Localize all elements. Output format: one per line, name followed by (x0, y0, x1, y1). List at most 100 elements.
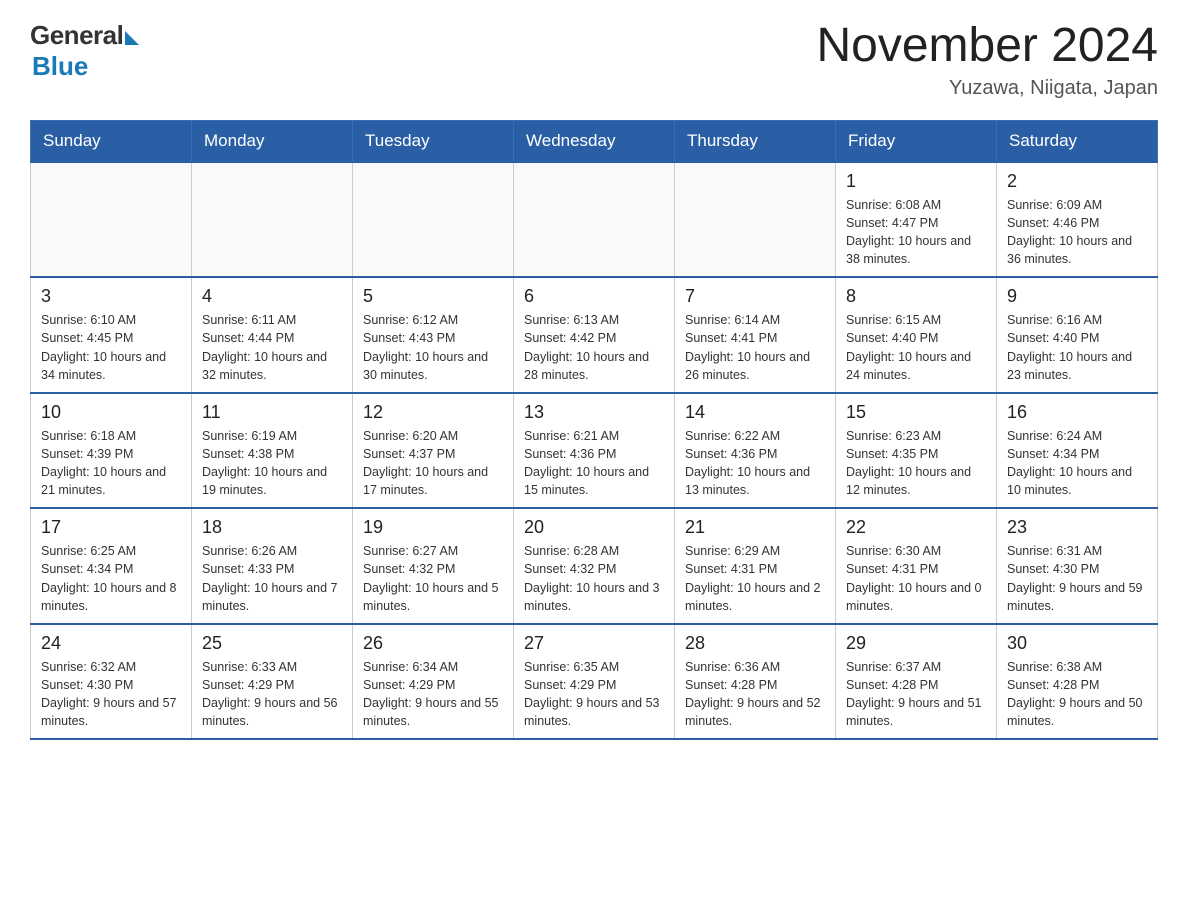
calendar-cell (31, 162, 192, 278)
calendar-cell: 9 Sunrise: 6:16 AM Sunset: 4:40 PM Daylig… (997, 277, 1158, 393)
calendar-cell: 24Sunrise: 6:32 AM Sunset: 4:30 PM Dayli… (31, 624, 192, 740)
day-number: 21 (685, 517, 825, 538)
calendar-cell: 4 Sunrise: 6:11 AM Sunset: 4:44 PM Daylig… (192, 277, 353, 393)
calendar-cell (514, 162, 675, 278)
day-info: Sunrise: 6:16 AM Sunset: 4:40 PM Dayligh… (1007, 311, 1147, 384)
calendar-cell: 22 Sunrise: 6:30 AM Sunset: 4:31 PM Dayli… (836, 508, 997, 624)
logo-blue-text: Blue (32, 51, 88, 82)
day-number: 6 (524, 286, 664, 307)
calendar-cell: 3 Sunrise: 6:10 AM Sunset: 4:45 PM Daylig… (31, 277, 192, 393)
calendar-cell (353, 162, 514, 278)
day-number: 23 (1007, 517, 1147, 538)
day-number: 25 (202, 633, 342, 654)
calendar-cell: 21Sunrise: 6:29 AM Sunset: 4:31 PM Dayli… (675, 508, 836, 624)
calendar-cell: 19 Sunrise: 6:27 AM Sunset: 4:32 PM Dayli… (353, 508, 514, 624)
calendar-cell: 5 Sunrise: 6:12 AM Sunset: 4:43 PM Daylig… (353, 277, 514, 393)
day-number: 11 (202, 402, 342, 423)
title-section: November 2024 Yuzawa, Niigata, Japan (816, 20, 1158, 100)
day-number: 16 (1007, 402, 1147, 423)
day-number: 8 (846, 286, 986, 307)
day-info: Sunrise: 6:11 AM Sunset: 4:44 PM Dayligh… (202, 311, 342, 384)
weekday-header-monday: Monday (192, 120, 353, 162)
calendar-cell (192, 162, 353, 278)
calendar-week-row: 1 Sunrise: 6:08 AM Sunset: 4:47 PM Daylig… (31, 162, 1158, 278)
day-info: Sunrise: 6:24 AM Sunset: 4:34 PM Dayligh… (1007, 427, 1147, 500)
calendar-cell: 27Sunrise: 6:35 AM Sunset: 4:29 PM Dayli… (514, 624, 675, 740)
calendar-week-row: 24Sunrise: 6:32 AM Sunset: 4:30 PM Dayli… (31, 624, 1158, 740)
day-info: Sunrise: 6:27 AM Sunset: 4:32 PM Dayligh… (363, 542, 503, 615)
day-number: 5 (363, 286, 503, 307)
weekday-header-wednesday: Wednesday (514, 120, 675, 162)
day-number: 1 (846, 171, 986, 192)
calendar-cell: 20Sunrise: 6:28 AM Sunset: 4:32 PM Dayli… (514, 508, 675, 624)
day-info: Sunrise: 6:10 AM Sunset: 4:45 PM Dayligh… (41, 311, 181, 384)
day-info: Sunrise: 6:26 AM Sunset: 4:33 PM Dayligh… (202, 542, 342, 615)
day-info: Sunrise: 6:32 AM Sunset: 4:30 PM Dayligh… (41, 658, 181, 731)
calendar-cell: 10 Sunrise: 6:18 AM Sunset: 4:39 PM Dayli… (31, 393, 192, 509)
day-info: Sunrise: 6:31 AM Sunset: 4:30 PM Dayligh… (1007, 542, 1147, 615)
day-number: 10 (41, 402, 181, 423)
weekday-header-row: SundayMondayTuesdayWednesdayThursdayFrid… (31, 120, 1158, 162)
day-number: 15 (846, 402, 986, 423)
calendar-cell: 15 Sunrise: 6:23 AM Sunset: 4:35 PM Dayli… (836, 393, 997, 509)
calendar-cell: 6Sunrise: 6:13 AM Sunset: 4:42 PM Daylig… (514, 277, 675, 393)
weekday-header-tuesday: Tuesday (353, 120, 514, 162)
calendar-cell: 13Sunrise: 6:21 AM Sunset: 4:36 PM Dayli… (514, 393, 675, 509)
logo: General Blue (30, 20, 139, 82)
calendar-cell: 7 Sunrise: 6:14 AM Sunset: 4:41 PM Daylig… (675, 277, 836, 393)
day-number: 20 (524, 517, 664, 538)
day-info: Sunrise: 6:14 AM Sunset: 4:41 PM Dayligh… (685, 311, 825, 384)
page-header: General Blue November 2024 Yuzawa, Niiga… (30, 20, 1158, 100)
day-info: Sunrise: 6:33 AM Sunset: 4:29 PM Dayligh… (202, 658, 342, 731)
weekday-header-saturday: Saturday (997, 120, 1158, 162)
day-number: 7 (685, 286, 825, 307)
calendar-cell: 16 Sunrise: 6:24 AM Sunset: 4:34 PM Dayli… (997, 393, 1158, 509)
calendar-cell: 30 Sunrise: 6:38 AM Sunset: 4:28 PM Dayli… (997, 624, 1158, 740)
day-info: Sunrise: 6:36 AM Sunset: 4:28 PM Dayligh… (685, 658, 825, 731)
calendar-cell: 26 Sunrise: 6:34 AM Sunset: 4:29 PM Dayli… (353, 624, 514, 740)
calendar-cell: 11Sunrise: 6:19 AM Sunset: 4:38 PM Dayli… (192, 393, 353, 509)
day-number: 30 (1007, 633, 1147, 654)
day-info: Sunrise: 6:08 AM Sunset: 4:47 PM Dayligh… (846, 196, 986, 269)
day-info: Sunrise: 6:12 AM Sunset: 4:43 PM Dayligh… (363, 311, 503, 384)
calendar-cell: 1 Sunrise: 6:08 AM Sunset: 4:47 PM Daylig… (836, 162, 997, 278)
calendar-week-row: 3 Sunrise: 6:10 AM Sunset: 4:45 PM Daylig… (31, 277, 1158, 393)
day-info: Sunrise: 6:18 AM Sunset: 4:39 PM Dayligh… (41, 427, 181, 500)
day-number: 12 (363, 402, 503, 423)
calendar-cell: 28Sunrise: 6:36 AM Sunset: 4:28 PM Dayli… (675, 624, 836, 740)
calendar-cell (675, 162, 836, 278)
day-info: Sunrise: 6:09 AM Sunset: 4:46 PM Dayligh… (1007, 196, 1147, 269)
day-info: Sunrise: 6:22 AM Sunset: 4:36 PM Dayligh… (685, 427, 825, 500)
day-number: 14 (685, 402, 825, 423)
calendar-week-row: 17 Sunrise: 6:25 AM Sunset: 4:34 PM Dayli… (31, 508, 1158, 624)
day-number: 9 (1007, 286, 1147, 307)
weekday-header-thursday: Thursday (675, 120, 836, 162)
day-info: Sunrise: 6:35 AM Sunset: 4:29 PM Dayligh… (524, 658, 664, 731)
location-text: Yuzawa, Niigata, Japan (816, 77, 1158, 100)
day-number: 3 (41, 286, 181, 307)
day-number: 26 (363, 633, 503, 654)
day-number: 22 (846, 517, 986, 538)
day-number: 4 (202, 286, 342, 307)
day-number: 2 (1007, 171, 1147, 192)
logo-general-text: General (30, 20, 123, 51)
calendar-cell: 12 Sunrise: 6:20 AM Sunset: 4:37 PM Dayli… (353, 393, 514, 509)
day-info: Sunrise: 6:15 AM Sunset: 4:40 PM Dayligh… (846, 311, 986, 384)
calendar-cell: 25 Sunrise: 6:33 AM Sunset: 4:29 PM Dayli… (192, 624, 353, 740)
day-info: Sunrise: 6:30 AM Sunset: 4:31 PM Dayligh… (846, 542, 986, 615)
day-number: 18 (202, 517, 342, 538)
logo-arrow-icon (125, 31, 139, 45)
weekday-header-friday: Friday (836, 120, 997, 162)
day-info: Sunrise: 6:37 AM Sunset: 4:28 PM Dayligh… (846, 658, 986, 731)
day-info: Sunrise: 6:23 AM Sunset: 4:35 PM Dayligh… (846, 427, 986, 500)
day-number: 19 (363, 517, 503, 538)
day-info: Sunrise: 6:20 AM Sunset: 4:37 PM Dayligh… (363, 427, 503, 500)
calendar-week-row: 10 Sunrise: 6:18 AM Sunset: 4:39 PM Dayli… (31, 393, 1158, 509)
day-info: Sunrise: 6:38 AM Sunset: 4:28 PM Dayligh… (1007, 658, 1147, 731)
calendar-cell: 2 Sunrise: 6:09 AM Sunset: 4:46 PM Daylig… (997, 162, 1158, 278)
weekday-header-sunday: Sunday (31, 120, 192, 162)
day-number: 17 (41, 517, 181, 538)
day-info: Sunrise: 6:34 AM Sunset: 4:29 PM Dayligh… (363, 658, 503, 731)
day-info: Sunrise: 6:25 AM Sunset: 4:34 PM Dayligh… (41, 542, 181, 615)
day-number: 13 (524, 402, 664, 423)
